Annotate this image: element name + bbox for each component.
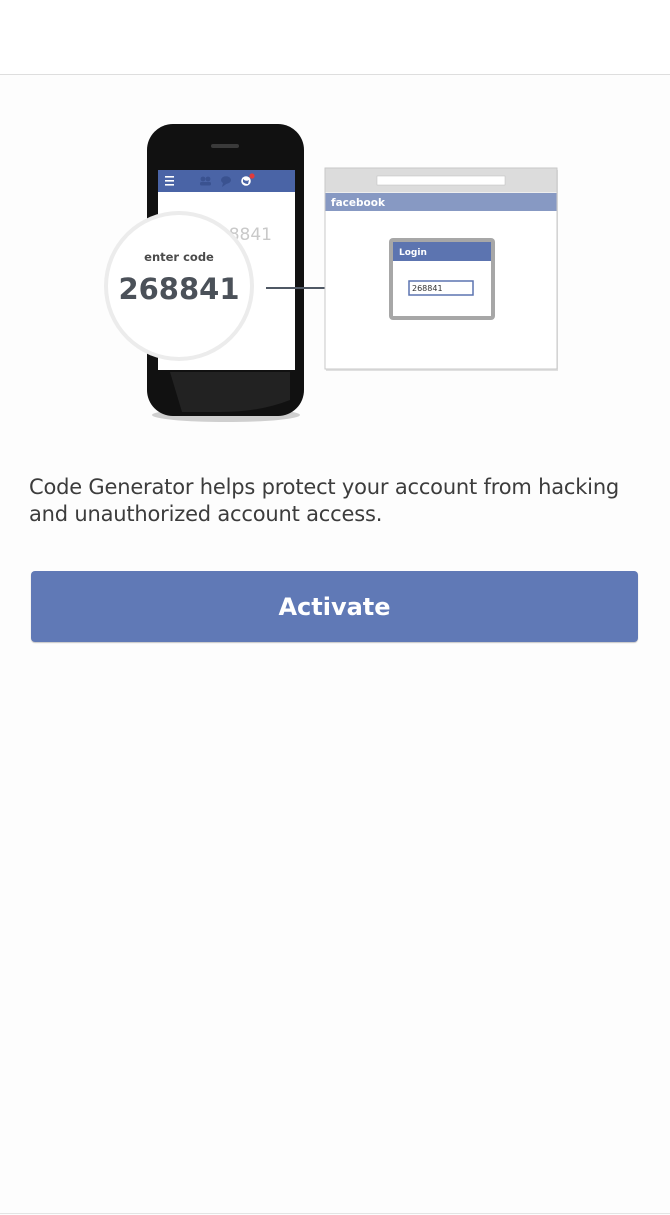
illustration-svg: 8841 enter code 268841 facebook Login 26… xyxy=(104,124,558,422)
code-bubble: enter code 268841 xyxy=(104,211,254,361)
activate-button[interactable]: Activate xyxy=(31,571,638,642)
login-dialog-title: Login xyxy=(399,248,427,258)
browser-address-bar xyxy=(376,175,506,186)
bubble-label: enter code xyxy=(144,250,214,264)
browser-graphic: facebook Login 268841 xyxy=(324,167,558,371)
code-generator-screen: 8841 enter code 268841 facebook Login 26… xyxy=(0,0,670,1215)
bubble-code: 268841 xyxy=(118,272,239,306)
browser-brand-text: facebook xyxy=(331,197,386,209)
top-app-bar xyxy=(0,0,670,75)
description-text: Code Generator helps protect your accoun… xyxy=(29,475,620,526)
code-generator-illustration: 8841 enter code 268841 facebook Login 26… xyxy=(0,110,670,430)
login-code-value: 268841 xyxy=(412,284,443,293)
bottom-divider xyxy=(0,1213,670,1214)
phone-menu-icon xyxy=(165,176,174,186)
phone-speaker xyxy=(211,144,239,148)
